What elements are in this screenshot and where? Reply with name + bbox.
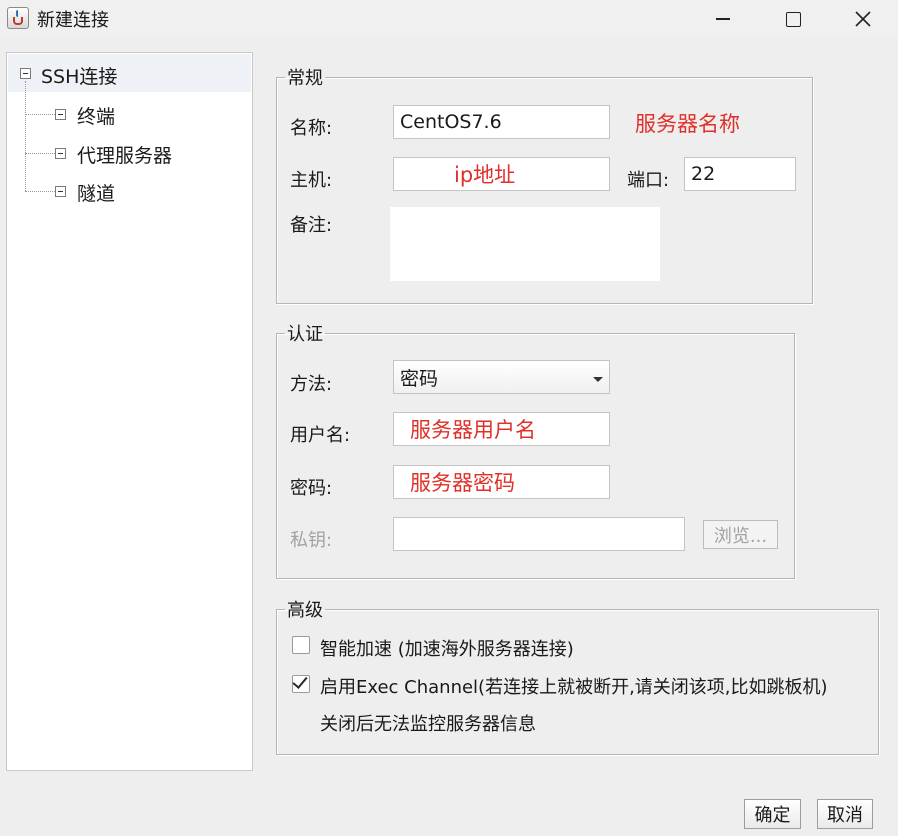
cancel-button[interactable]: 取消 (817, 799, 873, 829)
name-input-value: CentOS7.6 (400, 111, 502, 133)
tree-item-label: 代理服务器 (77, 145, 173, 167)
auth-legend: 认证 (287, 324, 323, 345)
ok-button[interactable]: 确定 (744, 799, 801, 829)
tree-connector (25, 153, 55, 154)
password-label: 密码: (290, 478, 333, 499)
close-button[interactable] (840, 2, 886, 36)
tree-collapse-icon[interactable] (20, 68, 31, 79)
note-label: 备注: (290, 215, 333, 236)
name-label: 名称: (290, 118, 333, 139)
tree-collapse-icon[interactable] (55, 109, 66, 120)
exec-channel-note: 关闭后无法监控服务器信息 (320, 714, 536, 735)
checkmark-icon (292, 673, 308, 689)
port-input[interactable]: 22 (684, 157, 796, 191)
tree-collapse-icon[interactable] (55, 186, 66, 197)
private-key-input[interactable] (393, 517, 685, 551)
maximize-icon (785, 11, 801, 27)
accel-label: 智能加速 (加速海外服务器连接) (320, 639, 574, 660)
host-label: 主机: (290, 170, 333, 191)
exec-channel-checkbox[interactable] (292, 673, 310, 693)
method-value: 密码 (400, 367, 439, 390)
name-input[interactable]: CentOS7.6 (393, 105, 610, 139)
port-input-value: 22 (691, 163, 716, 185)
general-legend: 常规 (287, 68, 323, 89)
maximize-button[interactable] (770, 2, 816, 36)
tree-item-label: 隧道 (77, 183, 116, 205)
exec-channel-label: 启用Exec Channel(若连接上就被断开,请关闭该项,比如跳板机) (320, 677, 828, 698)
minimize-button[interactable] (700, 2, 746, 36)
host-hint: ip地址 (454, 163, 516, 187)
password-input[interactable]: 服务器密码 (393, 465, 610, 499)
port-label: 端口: (627, 170, 670, 191)
tree-collapse-icon[interactable] (55, 148, 66, 159)
tree-connector (25, 114, 55, 115)
method-label: 方法: (290, 374, 333, 395)
username-hint: 服务器用户名 (410, 418, 536, 442)
tree-item-label: 终端 (77, 106, 116, 128)
password-hint: 服务器密码 (410, 471, 515, 495)
username-input[interactable]: 服务器用户名 (393, 412, 610, 446)
minimize-icon (716, 18, 730, 20)
note-textarea[interactable] (390, 207, 660, 281)
java-app-icon (7, 7, 29, 29)
close-icon (855, 11, 871, 27)
tree-connector (25, 81, 26, 191)
host-input[interactable]: ip地址 (393, 157, 610, 191)
name-hint: 服务器名称 (635, 112, 740, 136)
tree-item-ssh[interactable]: SSH连接 (8, 54, 251, 92)
private-key-label: 私钥: (290, 530, 333, 551)
username-label: 用户名: (290, 425, 351, 446)
accel-checkbox[interactable] (292, 636, 310, 654)
tree-connector (25, 191, 55, 192)
dropdown-arrow-icon (593, 377, 603, 382)
settings-tree: SSH连接 终端 代理服务器 隧道 (6, 52, 253, 771)
advanced-legend: 高级 (287, 600, 323, 621)
tree-item-label: SSH连接 (41, 66, 118, 88)
browse-button[interactable]: 浏览... (703, 520, 778, 549)
title-bar: 新建连接 (0, 0, 898, 38)
window-title: 新建连接 (37, 10, 109, 31)
method-select[interactable]: 密码 (393, 360, 610, 394)
